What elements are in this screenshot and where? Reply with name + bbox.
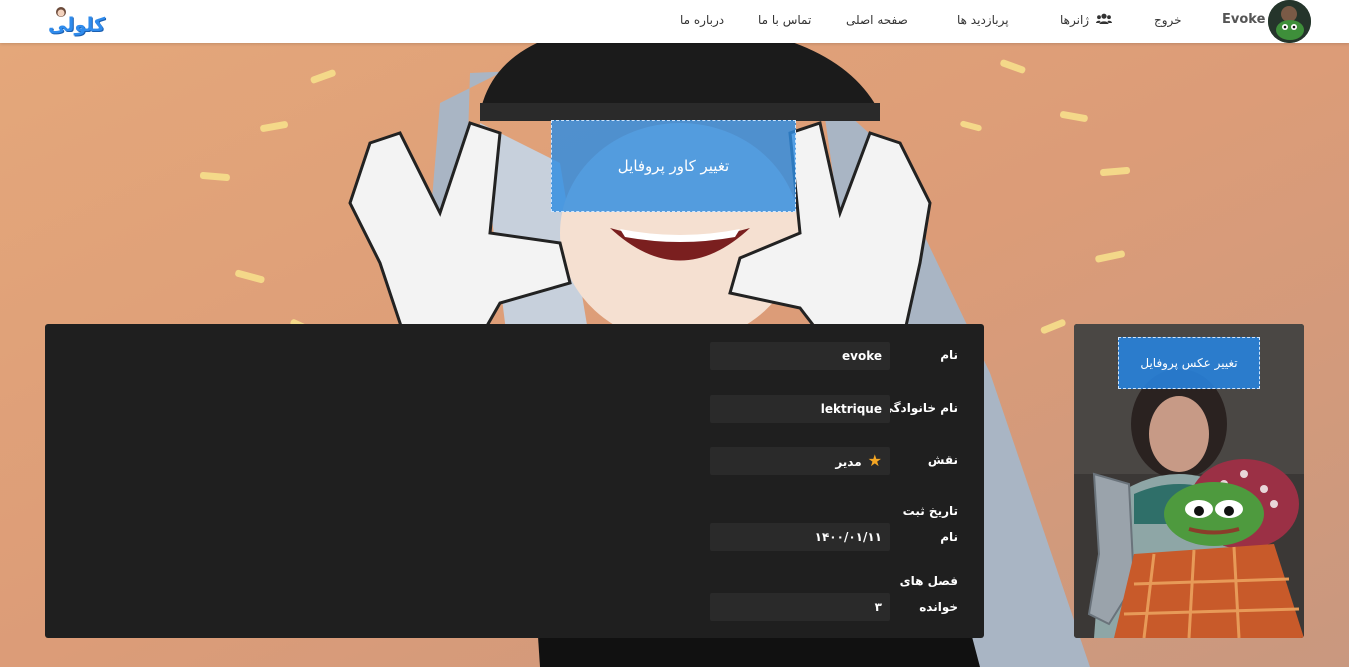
chapters-read-field[interactable]: ۳: [710, 593, 890, 621]
nav-contact-link[interactable]: تماس با ما: [758, 13, 811, 27]
nav-logout-link[interactable]: خروج: [1154, 13, 1182, 27]
nav-about-link[interactable]: درباره ما: [680, 13, 724, 27]
nav-genres-label: ژانرها: [1060, 13, 1090, 27]
last-name-label: نام خانوادگی: [881, 401, 958, 415]
nav-most-viewed-link[interactable]: پربازدید ها: [957, 13, 1009, 27]
nav-username[interactable]: Evoke: [1222, 12, 1265, 27]
change-cover-button[interactable]: تغییر کاور پروفایل: [551, 120, 796, 212]
profile-info-panel: نام evoke نام خانوادگی lektrique نقش ★ مد…: [45, 324, 984, 638]
star-icon: ★: [867, 451, 882, 470]
chapters-read-label-line2: خوانده: [919, 600, 958, 614]
role-value: مدیر: [835, 455, 862, 469]
registration-date-label-line1: تاریخ ثبت: [902, 504, 958, 518]
last-name-field[interactable]: lektrique: [710, 395, 890, 423]
role-label: نقش: [927, 453, 958, 467]
nav-genres-link[interactable]: ژانرها: [1060, 13, 1112, 27]
change-photo-button[interactable]: تغییر عکس پروفایل: [1118, 337, 1260, 389]
first-name-field[interactable]: evoke: [710, 342, 890, 370]
role-field: ★ مدیر: [710, 447, 890, 475]
registration-date-label: تاریخ ثبت نام: [903, 498, 958, 550]
registration-date-field[interactable]: ۱۴۰۰/۰۱/۱۱: [710, 523, 890, 551]
registration-date-label-line2: نام: [940, 530, 958, 544]
top-navbar: کلولی درباره ما تماس با ما صفحه اصلی پرب…: [0, 0, 1349, 43]
users-icon: [1095, 13, 1112, 24]
logo-mascot-icon: [56, 7, 66, 17]
user-avatar[interactable]: [1268, 0, 1311, 43]
chapters-read-label-line1: فصل های: [899, 574, 958, 588]
site-logo[interactable]: کلولی: [48, 7, 106, 36]
chapters-read-label: فصل های خوانده: [900, 568, 958, 620]
profile-photo-card: تغییر عکس پروفایل: [1074, 324, 1304, 638]
avatar-image: [1268, 0, 1311, 43]
first-name-label: نام: [940, 348, 958, 362]
nav-home-link[interactable]: صفحه اصلی: [846, 13, 908, 27]
